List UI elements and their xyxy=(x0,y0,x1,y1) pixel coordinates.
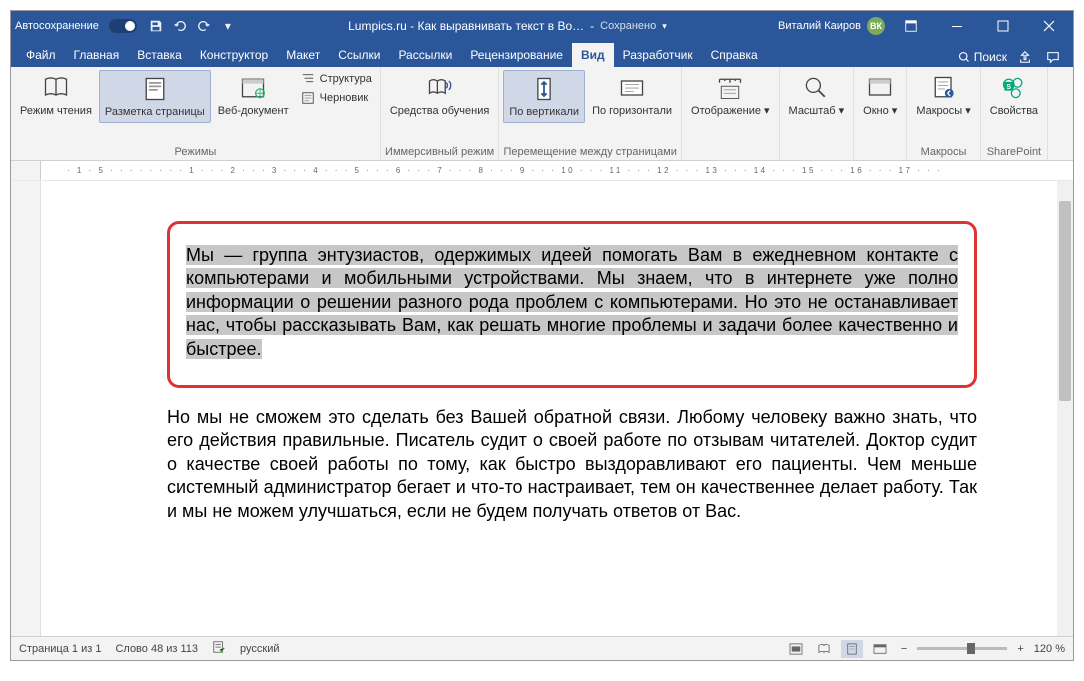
ribbon-group-window: Окно ▾ xyxy=(854,67,907,160)
ribbon-group-modes: Режим чтения Разметка страницы Веб-докум… xyxy=(11,67,381,160)
document-title: Lumpics.ru - Как выравнивать текст в Во… xyxy=(348,19,584,33)
horizontal-button[interactable]: По горизонтали xyxy=(587,70,677,121)
vertical-icon xyxy=(529,74,559,104)
learning-tools-button[interactable]: Средства обучения xyxy=(385,70,495,121)
svg-text:S: S xyxy=(1006,84,1011,91)
document-canvas[interactable]: Мы — группа энтузиастов, одержимых идеей… xyxy=(41,181,1073,636)
tab-layout[interactable]: Макет xyxy=(277,43,329,67)
ribbon-tabs: Файл Главная Вставка Конструктор Макет С… xyxy=(11,41,1073,67)
tab-mailings[interactable]: Рассылки xyxy=(389,43,461,67)
tab-home[interactable]: Главная xyxy=(65,43,129,67)
properties-button[interactable]: S Свойства xyxy=(985,70,1043,121)
tab-review[interactable]: Рецензирование xyxy=(461,43,572,67)
horizontal-ruler[interactable]: · 1 · 5 · · · · · · · · 1 · · · 2 · · · … xyxy=(11,161,1073,181)
share-button[interactable] xyxy=(1015,47,1035,67)
undo-icon[interactable] xyxy=(171,17,189,35)
read-view-icon[interactable] xyxy=(813,640,835,658)
zoom-level[interactable]: 120 % xyxy=(1034,643,1065,655)
ribbon-group-display: Отображение ▾ xyxy=(682,67,780,160)
search-label: Поиск xyxy=(974,50,1007,64)
window-icon xyxy=(865,73,895,103)
page-count[interactable]: Страница 1 из 1 xyxy=(19,643,101,655)
outline-icon xyxy=(300,71,316,87)
user-account[interactable]: Виталий Каиров ВК xyxy=(778,17,885,35)
read-mode-button[interactable]: Режим чтения xyxy=(15,70,97,121)
ribbon-group-pagemove: По вертикали По горизонтали Перемещение … xyxy=(499,67,682,160)
focus-view-icon[interactable] xyxy=(785,640,807,658)
ribbon: Режим чтения Разметка страницы Веб-докум… xyxy=(11,67,1073,161)
ribbon-options-icon[interactable] xyxy=(891,11,931,41)
web-layout-button[interactable]: Веб-документ xyxy=(213,70,294,121)
outline-button[interactable]: Структура xyxy=(296,70,376,88)
redo-icon[interactable] xyxy=(195,17,213,35)
draft-button[interactable]: Черновик xyxy=(296,89,376,107)
tab-design[interactable]: Конструктор xyxy=(191,43,277,67)
sharepoint-icon: S xyxy=(999,73,1029,103)
book-icon xyxy=(41,73,71,103)
tab-help[interactable]: Справка xyxy=(702,43,767,67)
tab-developer[interactable]: Разработчик xyxy=(614,43,702,67)
tab-references[interactable]: Ссылки xyxy=(329,43,389,67)
draft-icon xyxy=(300,90,316,106)
display-button[interactable]: Отображение ▾ xyxy=(686,70,775,121)
zoom-out-button[interactable]: − xyxy=(897,643,911,655)
autosave-label: Автосохранение xyxy=(15,20,99,32)
zoom-button[interactable]: Масштаб ▾ xyxy=(784,70,850,121)
page-layout-icon xyxy=(140,74,170,104)
save-status: Сохранено xyxy=(600,20,656,32)
close-button[interactable] xyxy=(1029,11,1069,41)
zoom-slider[interactable] xyxy=(917,647,1007,650)
app-window: Автосохранение ▾ Lumpics.ru - Как выравн… xyxy=(10,10,1074,661)
spellcheck-icon[interactable] xyxy=(212,640,226,657)
horizontal-icon xyxy=(617,73,647,103)
minimize-button[interactable] xyxy=(937,11,977,41)
avatar: ВК xyxy=(867,17,885,35)
print-layout-button[interactable]: Разметка страницы xyxy=(99,70,211,123)
ribbon-group-zoom: Масштаб ▾ xyxy=(780,67,855,160)
vertical-ruler[interactable] xyxy=(11,181,41,636)
ruler-corner xyxy=(11,161,41,181)
comments-button[interactable] xyxy=(1043,47,1063,67)
macros-button[interactable]: Макросы ▾ xyxy=(911,70,975,121)
maximize-button[interactable] xyxy=(983,11,1023,41)
highlighted-selection-box: Мы — группа энтузиастов, одержимых идеей… xyxy=(167,221,977,388)
ribbon-group-immersive: Средства обучения Иммерсивный режим xyxy=(381,67,500,160)
search-box[interactable]: Поиск xyxy=(958,50,1007,64)
ribbon-group-macros: Макросы ▾ Макросы xyxy=(907,67,980,160)
language[interactable]: русский xyxy=(240,643,279,655)
web-icon xyxy=(238,73,268,103)
tab-view[interactable]: Вид xyxy=(572,43,614,67)
tab-file[interactable]: Файл xyxy=(17,43,65,67)
user-name: Виталий Каиров xyxy=(778,20,861,32)
scrollbar-thumb[interactable] xyxy=(1059,201,1071,401)
paragraph-1[interactable]: Мы — группа энтузиастов, одержимых идеей… xyxy=(186,244,958,361)
page: Мы — группа энтузиастов, одержимых идеей… xyxy=(97,201,1017,581)
magnify-icon xyxy=(801,73,831,103)
status-bar: Страница 1 из 1 Слово 48 из 113 русский … xyxy=(11,636,1073,660)
zoom-in-button[interactable]: + xyxy=(1013,643,1027,655)
qat-dropdown-icon[interactable]: ▾ xyxy=(219,17,237,35)
window-button[interactable]: Окно ▾ xyxy=(858,70,902,121)
save-icon[interactable] xyxy=(147,17,165,35)
vertical-button[interactable]: По вертикали xyxy=(503,70,585,123)
web-view-icon[interactable] xyxy=(869,640,891,658)
document-title-area: Lumpics.ru - Как выравнивать текст в Во…… xyxy=(348,19,667,33)
word-count[interactable]: Слово 48 из 113 xyxy=(115,643,198,655)
title-bar: Автосохранение ▾ Lumpics.ru - Как выравн… xyxy=(11,11,1073,41)
vertical-scrollbar[interactable] xyxy=(1057,181,1073,636)
display-icon xyxy=(715,73,745,103)
speaker-book-icon xyxy=(425,73,455,103)
autosave-toggle[interactable] xyxy=(109,19,137,33)
print-view-icon[interactable] xyxy=(841,640,863,658)
editor-area: Мы — группа энтузиастов, одержимых идеей… xyxy=(11,181,1073,636)
paragraph-2[interactable]: Но мы не сможем это сделать без Вашей об… xyxy=(167,406,977,523)
ribbon-group-sharepoint: S Свойства SharePoint xyxy=(981,67,1048,160)
tab-insert[interactable]: Вставка xyxy=(128,43,191,67)
macros-icon xyxy=(929,73,959,103)
